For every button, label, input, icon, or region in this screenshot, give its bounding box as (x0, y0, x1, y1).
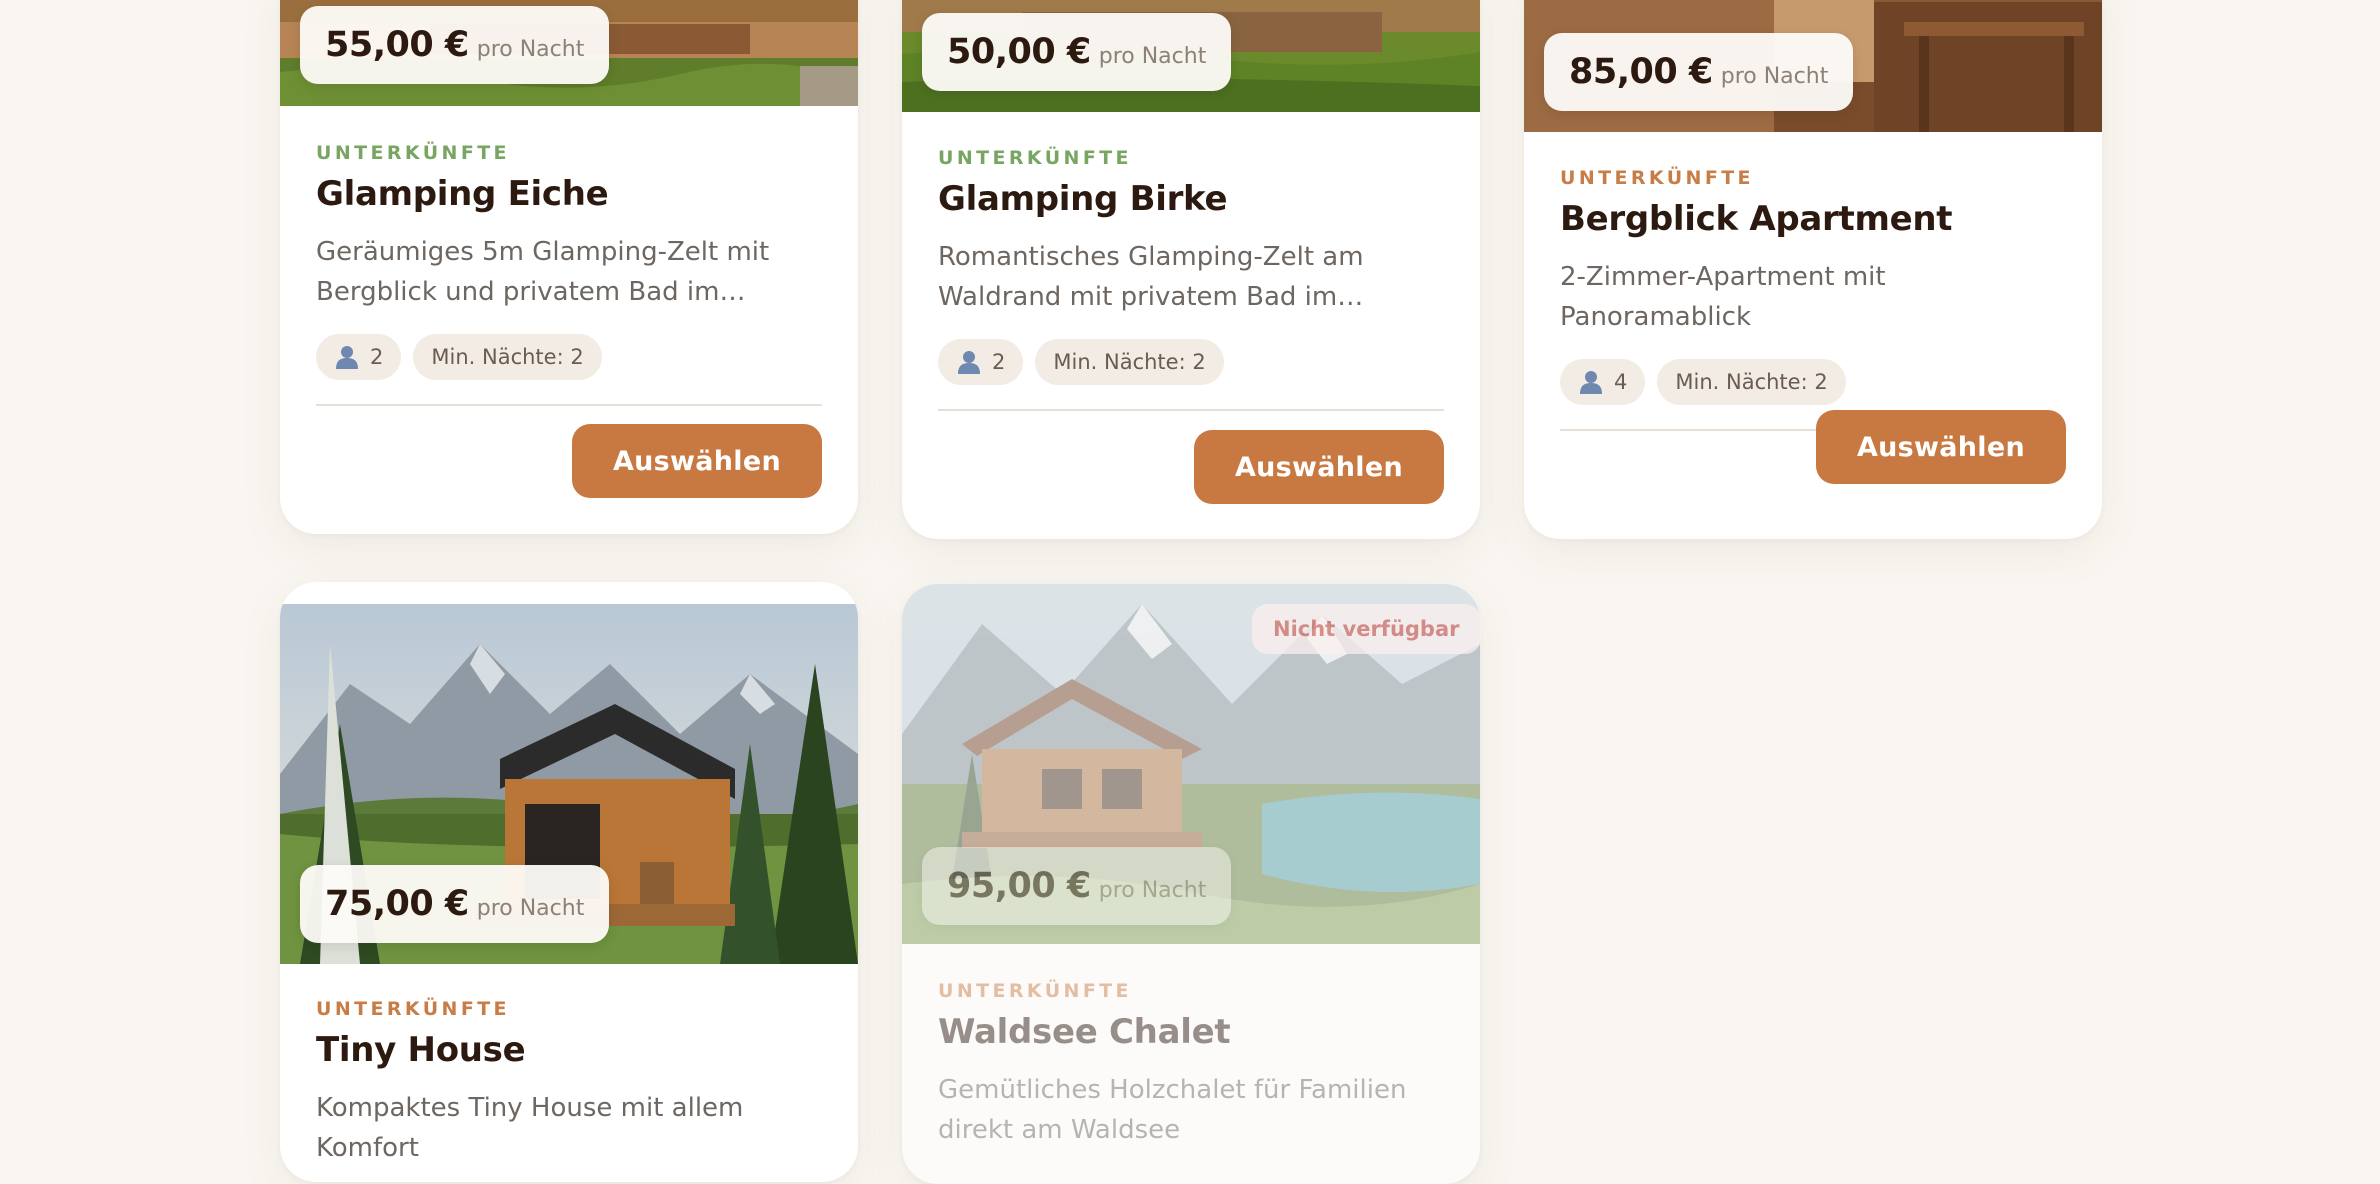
card-description: Romantisches Glamping-Zelt am Waldrand m… (938, 242, 1364, 312)
price-amount: 50,00 € (947, 32, 1091, 72)
select-button[interactable]: Auswählen (571, 424, 822, 498)
price-tag: 75,00 € pro Nacht (300, 865, 610, 943)
guests-tag: 4 (1560, 359, 1646, 405)
price-amount: 85,00 € (1569, 52, 1713, 92)
card-description: Geräumiges 5m Glamping-Zelt mit Bergblic… (316, 237, 770, 307)
price-unit: pro Nacht (1098, 878, 1207, 903)
guests-count: 4 (1614, 370, 1628, 394)
guests-count: 2 (992, 350, 1006, 374)
card-title: Tiny House (316, 1030, 526, 1070)
price-tag: 95,00 € pro Nacht (922, 847, 1232, 925)
min-nights-tag: Min. Nächte: 2 (1035, 339, 1224, 385)
card-description: Gemütliches Holzchalet für Familien dire… (938, 1075, 1407, 1145)
accommodation-card-waldsee-chalet: 95,00 € pro Nacht UNTERKÜNFTE Waldsee Ch… (902, 584, 1480, 1184)
select-button[interactable]: Auswählen (1815, 410, 2066, 484)
price-amount: 55,00 € (325, 25, 469, 65)
guests-count: 2 (370, 345, 384, 369)
price-amount: 95,00 € (947, 866, 1091, 906)
card-category: UNTERKÜNFTE (938, 980, 1132, 1002)
guests-tag: 2 (938, 339, 1024, 385)
min-nights-tag: Min. Nächte: 2 (1657, 359, 1846, 405)
accommodation-card-bergblick-apartment: 85,00 € pro Nacht UNTERKÜNFTE Bergblick … (1524, 0, 2102, 539)
person-icon (956, 350, 982, 374)
price-unit: pro Nacht (1720, 64, 1829, 89)
card-title: Glamping Birke (938, 179, 1228, 219)
price-unit: pro Nacht (476, 37, 585, 62)
card-category: UNTERKÜNFTE (1560, 167, 1754, 189)
price-tag: 85,00 € pro Nacht (1544, 33, 1854, 111)
person-icon (334, 345, 360, 369)
price-amount: 75,00 € (325, 884, 469, 924)
price-tag: 50,00 € pro Nacht (922, 13, 1232, 91)
price-tag: 55,00 € pro Nacht (300, 6, 610, 84)
card-title: Waldsee Chalet (938, 1012, 1231, 1052)
person-icon (1578, 370, 1604, 394)
status-badge-unavailable: Nicht verfügbar (1252, 604, 1481, 654)
divider (316, 404, 822, 406)
price-unit: pro Nacht (476, 896, 585, 921)
price-unit: pro Nacht (1098, 44, 1207, 69)
card-category: UNTERKÜNFTE (316, 142, 510, 164)
accommodation-card-glamping-eiche: 55,00 € pro Nacht UNTERKÜNFTE Glamping E… (280, 0, 858, 534)
min-nights-tag: Min. Nächte: 2 (413, 334, 602, 380)
guests-tag: 2 (316, 334, 402, 380)
select-button[interactable]: Auswählen (1193, 430, 1444, 504)
card-category: UNTERKÜNFTE (316, 998, 510, 1020)
divider (938, 409, 1444, 411)
card-category: UNTERKÜNFTE (938, 147, 1132, 169)
accommodation-card-tiny-house: 75,00 € pro Nacht UNTERKÜNFTE Tiny House… (280, 582, 858, 1182)
card-description: 2-Zimmer-Apartment mit Panoramablick (1560, 262, 1886, 332)
accommodation-card-glamping-birke: 50,00 € pro Nacht UNTERKÜNFTE Glamping B… (902, 0, 1480, 539)
card-title: Bergblick Apartment (1560, 199, 1953, 239)
card-description: Kompaktes Tiny House mit allem Komfort (316, 1093, 744, 1163)
card-title: Glamping Eiche (316, 174, 609, 214)
